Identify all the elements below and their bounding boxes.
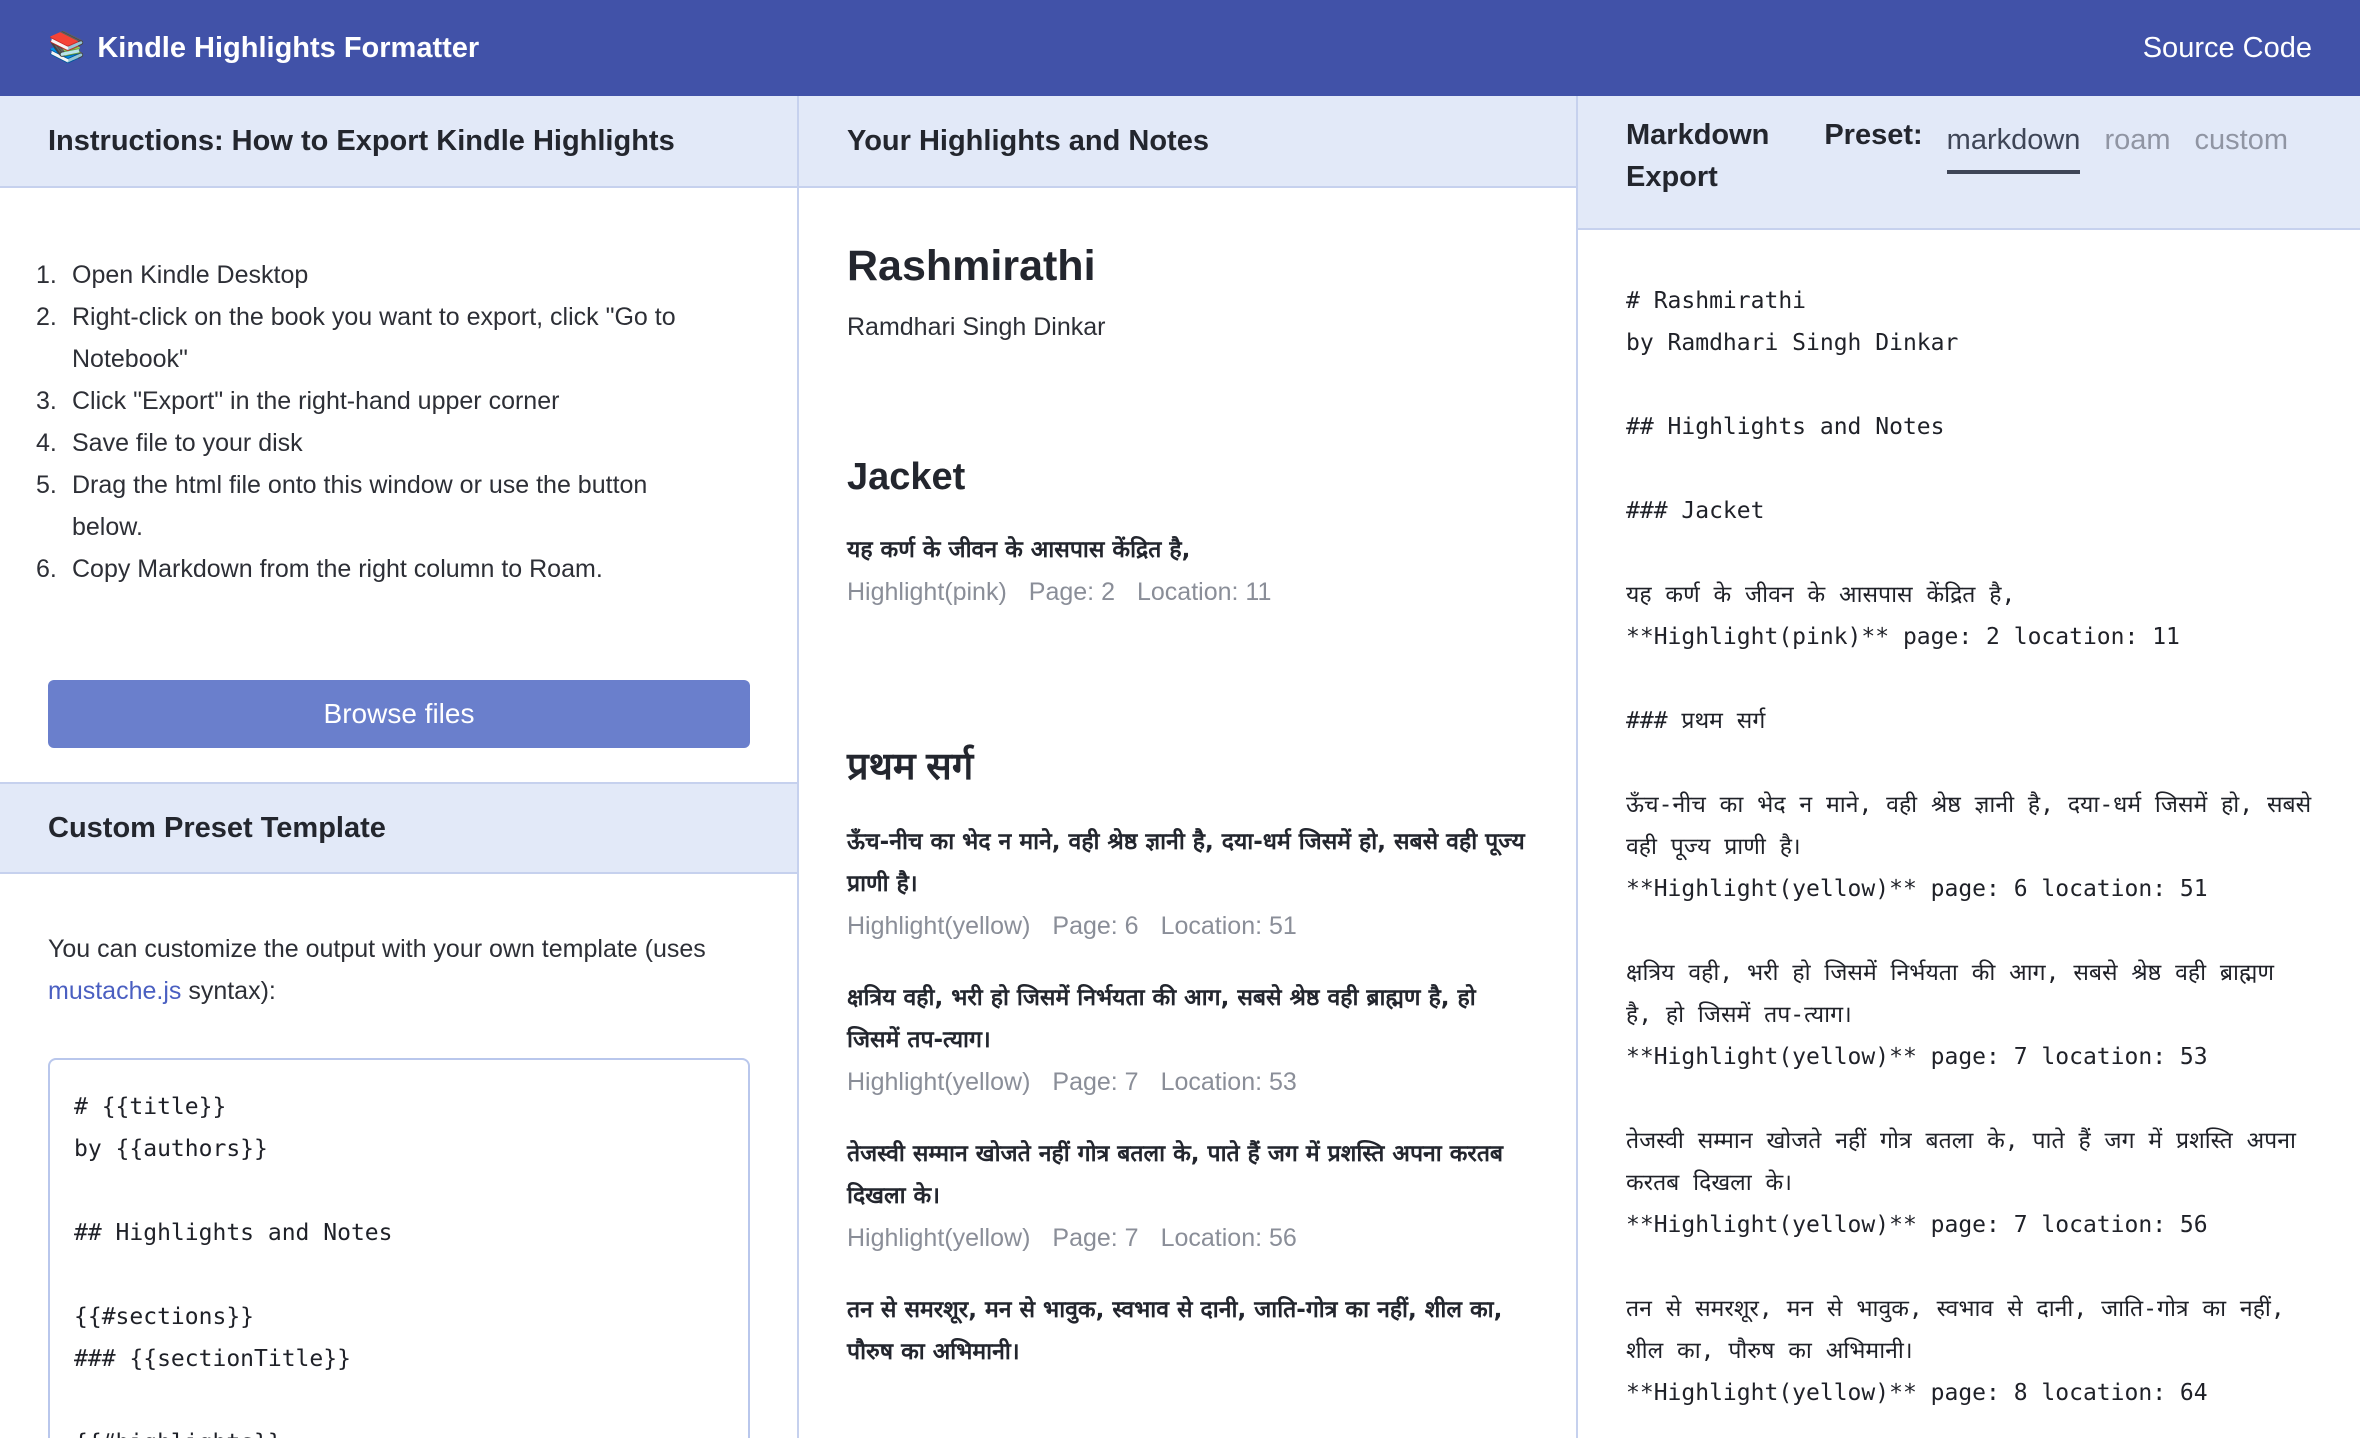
highlight-location: Location: 51 <box>1160 912 1297 940</box>
highlight-type: Highlight(yellow) <box>847 1224 1031 1252</box>
instruction-step: 5. Drag the html file onto this window or… <box>36 471 648 541</box>
markdown-output[interactable]: # Rashmirathi by Ramdhari Singh Dinkar #… <box>1578 230 2360 1414</box>
template-editor[interactable]: # {{title}} by {{authors}} ## Highlights… <box>48 1058 750 1438</box>
top-bar: 📚 Kindle Highlights Formatter Source Cod… <box>0 0 2360 96</box>
export-heading: Markdown Export <box>1626 119 1770 193</box>
highlight-text: तेजस्वी सम्मान खोजते नहीं गोत्र बतला के,… <box>847 1141 1504 1209</box>
custom-preset-heading: Custom Preset Template <box>0 782 797 874</box>
highlight-meta: Highlight(yellow) Page: 6 Location: 51 <box>847 905 1528 947</box>
books-icon: 📚 <box>48 31 86 64</box>
instructions-column: Instructions: How to Export Kindle Highl… <box>0 96 799 1438</box>
tab-roam[interactable]: roam <box>2104 120 2170 174</box>
highlight-meta: Highlight(pink) Page: 2 Location: 11 <box>847 571 1528 613</box>
highlight-location: Location: 11 <box>1136 578 1272 606</box>
highlight-text: यह कर्ण के जीवन के आसपास केंद्रित है, <box>847 537 1191 563</box>
mustache-link[interactable]: mustache.js <box>48 977 181 1005</box>
browse-files-button[interactable]: Browse files <box>48 680 750 748</box>
highlight-item: तेजस्वी सम्मान खोजते नहीं गोत्र बतला के,… <box>847 1133 1528 1259</box>
highlight-type: Highlight(pink) <box>847 578 1007 606</box>
export-header: Markdown Export Preset: markdown roam cu… <box>1578 96 2360 230</box>
highlight-text: क्षत्रिय वही, भरी हो जिसमें निर्भयता की … <box>847 985 1476 1053</box>
instruction-step: 3. Click "Export" in the right-hand upper… <box>36 387 560 415</box>
custom-preset-description: You can customize the output with your o… <box>48 935 706 1005</box>
instruction-steps: 1. Open Kindle Desktop 2. Right-click on t… <box>0 188 797 590</box>
preset-tabs: markdown roam custom <box>1946 120 2312 174</box>
instructions-heading: Instructions: How to Export Kindle Highl… <box>0 96 797 188</box>
highlights-column: Your Highlights and Notes Rashmirathi Ra… <box>799 96 1578 1438</box>
highlight-type: Highlight(yellow) <box>847 912 1031 940</box>
book-author: Ramdhari Singh Dinkar <box>847 313 1106 341</box>
highlight-meta: Highlight(yellow) Page: 7 Location: 56 <box>847 1217 1528 1259</box>
highlight-location: Location: 56 <box>1160 1224 1297 1252</box>
highlight-text: तन से समरशूर, मन से भावुक, स्वभाव से दान… <box>847 1297 1503 1365</box>
highlight-type: Highlight(yellow) <box>847 1068 1031 1096</box>
instruction-step: 6. Copy Markdown from the right column to… <box>36 555 603 583</box>
highlight-page: Page: 6 <box>1052 912 1139 940</box>
highlight-page: Page: 7 <box>1052 1068 1139 1096</box>
highlight-item: क्षत्रिय वही, भरी हो जिसमें निर्भयता की … <box>847 977 1528 1103</box>
instruction-step: 2. Right-click on the book you want to ex… <box>36 303 676 373</box>
section-title: प्रथम सर्ग <box>847 746 974 788</box>
tab-markdown[interactable]: markdown <box>1946 120 2081 174</box>
highlight-item: यह कर्ण के जीवन के आसपास केंद्रित है, Hi… <box>847 529 1528 613</box>
brand: 📚 Kindle Highlights Formatter <box>48 32 479 65</box>
instruction-step: 1. Open Kindle Desktop <box>36 261 309 289</box>
book-title: Rashmirathi <box>847 242 1096 290</box>
section-title: Jacket <box>847 456 966 498</box>
highlight-text: ऊँच-नीच का भेद न माने, वही श्रेष्ठ ज्ञान… <box>847 829 1525 897</box>
highlight-item: ऊँच-नीच का भेद न माने, वही श्रेष्ठ ज्ञान… <box>847 821 1528 947</box>
highlight-item: तन से समरशूर, मन से भावुक, स्वभाव से दान… <box>847 1289 1528 1373</box>
app-title: Kindle Highlights Formatter <box>97 31 480 64</box>
highlight-page: Page: 7 <box>1052 1224 1139 1252</box>
main-columns: Instructions: How to Export Kindle Highl… <box>0 96 2360 1438</box>
highlight-meta: Highlight(yellow) Page: 7 Location: 53 <box>847 1061 1528 1103</box>
highlight-page: Page: 2 <box>1028 578 1115 606</box>
highlights-heading: Your Highlights and Notes <box>799 96 1576 188</box>
tab-custom[interactable]: custom <box>2195 120 2288 174</box>
instruction-step: 4. Save file to your disk <box>36 429 303 457</box>
preset-label: Preset: <box>1824 119 1923 151</box>
source-code-link[interactable]: Source Code <box>2143 32 2312 65</box>
export-column: Markdown Export Preset: markdown roam cu… <box>1578 96 2360 1438</box>
highlight-location: Location: 53 <box>1160 1068 1297 1096</box>
